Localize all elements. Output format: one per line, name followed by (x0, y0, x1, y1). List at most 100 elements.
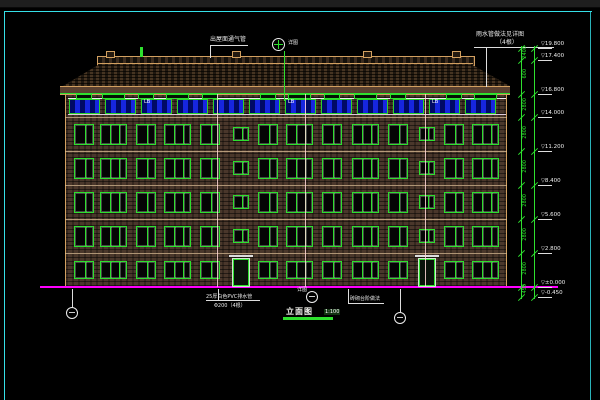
window (472, 226, 499, 247)
floor-height-dim: 2800 (523, 160, 528, 173)
window-mullion (399, 227, 400, 246)
window (444, 192, 464, 213)
window (164, 261, 191, 279)
window-mullion (147, 159, 148, 178)
level-flag: ▽8.400 (541, 178, 561, 184)
window-mullion (147, 193, 148, 212)
rain-pipe (305, 94, 306, 287)
window (419, 229, 435, 243)
window-top-strip (0, 0, 600, 8)
top-floor-window-sash (354, 94, 377, 99)
roof-ridge-vent (363, 51, 372, 58)
leader-line (206, 300, 260, 301)
window-mullion (183, 227, 184, 246)
window (74, 261, 94, 279)
window (286, 158, 313, 179)
window-mullion (371, 125, 372, 144)
leader-line (284, 51, 285, 101)
window (258, 192, 278, 213)
window-mullion (491, 159, 492, 178)
window (472, 124, 499, 145)
window-mullion (85, 227, 86, 246)
viewport-border-left (4, 11, 5, 400)
window-mullion (119, 159, 120, 178)
window-mullion (362, 125, 363, 144)
window-mullion (362, 159, 363, 178)
window-mullion (147, 262, 148, 278)
top-floor-window-sash (202, 94, 218, 99)
window-mullion (119, 262, 120, 278)
roof-ridge-vent (106, 51, 115, 58)
window-mullion (85, 262, 86, 278)
roof-edge (97, 63, 473, 64)
window-mullion (211, 159, 212, 178)
window (258, 158, 278, 179)
window-mullion (119, 193, 120, 212)
window-mullion (242, 162, 243, 174)
window-mullion (296, 262, 297, 278)
balcony-glazing-segment (69, 99, 100, 114)
window (100, 261, 127, 279)
window-mullion (119, 125, 120, 144)
leader-line (400, 289, 401, 312)
window-mullion (371, 193, 372, 212)
window-mullion (85, 125, 86, 144)
window-mullion (482, 159, 483, 178)
window-mullion (110, 159, 111, 178)
window-mullion (399, 159, 400, 178)
window (388, 261, 408, 279)
floor-height-dim: 2800 (523, 262, 528, 275)
window-mullion (110, 262, 111, 278)
window-mullion (174, 193, 175, 212)
roof-slope-hatch (63, 64, 510, 86)
leader-line (210, 45, 248, 46)
leader-line (210, 45, 211, 58)
window-mullion (119, 227, 120, 246)
floor-height-dim: 2800 (523, 98, 528, 111)
balcony-glazing-label: LB (288, 100, 294, 105)
window (472, 158, 499, 179)
window (322, 158, 342, 179)
window (164, 226, 191, 247)
window-mullion (296, 125, 297, 144)
window-mullion (491, 227, 492, 246)
window (258, 226, 278, 247)
window (286, 124, 313, 145)
window (444, 261, 464, 279)
dimension-chain-line (534, 46, 535, 299)
window (74, 226, 94, 247)
entrance-door (418, 258, 436, 287)
window-mullion (147, 125, 148, 144)
window-mullion (482, 227, 483, 246)
window-mullion (211, 125, 212, 144)
window-mullion (296, 159, 297, 178)
window (100, 226, 127, 247)
window-mullion (269, 227, 270, 246)
window-mullion (211, 193, 212, 212)
balcony-glazing-segment (105, 99, 136, 114)
floor-height-dim: 600 (523, 69, 528, 79)
level-flag: ▽2.800 (541, 246, 561, 252)
axis-bubble-icon (66, 307, 78, 319)
level-flag: ▽16.800 (541, 87, 564, 93)
level-flag-bar (538, 117, 552, 118)
window (286, 226, 313, 247)
level-flag: ▽5.600 (541, 212, 561, 218)
window (258, 261, 278, 279)
window (444, 124, 464, 145)
level-triangle-icon: ▽ (541, 87, 545, 93)
window-mullion (455, 227, 456, 246)
pvc-drain-note-line2: Φ200（4根） (214, 303, 246, 309)
balcony-glazing-label: LB (144, 100, 150, 105)
window (286, 192, 313, 213)
window-mullion (333, 227, 334, 246)
top-floor-window-sash (446, 94, 462, 99)
window-mullion (211, 262, 212, 278)
floor-height-dim: 2800 (523, 228, 528, 241)
balcony-glazing-segment (177, 99, 208, 114)
level-flag-bar (538, 48, 552, 49)
balcony-glazing-segment (357, 99, 388, 114)
window-mullion (399, 193, 400, 212)
window-mullion (428, 230, 429, 242)
window (388, 192, 408, 213)
